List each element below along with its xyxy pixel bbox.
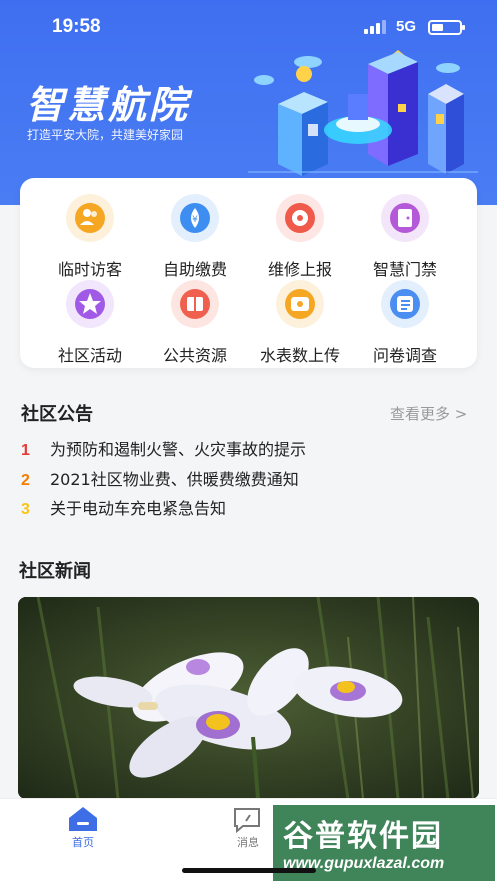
announcement-rank: 3 — [21, 501, 30, 518]
menu-label: 维修上报 — [267, 260, 332, 279]
menu-label: 问卷调查 — [372, 346, 437, 365]
announcement-text: 为预防和遏制火警、火灾事故的提示 — [50, 440, 307, 459]
activity-star-icon — [75, 289, 105, 319]
menu-icon-bg — [66, 280, 114, 328]
menu-label: 公共资源 — [162, 346, 227, 365]
menu-icon-bg — [171, 280, 219, 328]
menu-item[interactable]: 智慧门禁 — [348, 194, 462, 279]
home-indicator — [182, 868, 316, 873]
tab-home[interactable]: 首页 — [43, 805, 123, 849]
menu-item[interactable]: 社区活动 — [33, 280, 147, 365]
news-image[interactable] — [18, 597, 479, 799]
resources-icon — [180, 289, 210, 319]
news-title: 社区新闻 — [19, 561, 91, 582]
message-icon — [234, 808, 260, 833]
announcement-text: 关于电动车充电紧急告知 — [50, 499, 227, 518]
smart-city-illustration-icon — [248, 50, 478, 176]
menu-item[interactable]: ¥ 自助缴费 — [138, 194, 252, 279]
visitor-icon — [75, 203, 105, 233]
battery-icon — [428, 20, 465, 35]
announcement-title: 社区公告 — [21, 404, 93, 425]
svg-text:¥: ¥ — [192, 215, 198, 225]
menu-item[interactable]: 水表数上传 — [243, 280, 357, 365]
menu-label: 智慧门禁 — [372, 260, 437, 279]
announcement-item[interactable]: 2 2021社区物业费、供暖费缴费通知 — [21, 466, 299, 490]
menu-icon-bg — [276, 280, 324, 328]
announcement-item[interactable]: 1 为预防和遏制火警、火灾事故的提示 — [21, 436, 306, 460]
menu-label: 临时访客 — [57, 260, 122, 279]
payment-icon: ¥ — [180, 203, 210, 233]
status-time: 19:58 — [52, 16, 101, 37]
menu-item[interactable]: 维修上报 — [243, 194, 357, 279]
view-more-link[interactable]: 查看更多 > — [390, 403, 467, 424]
announcement-text: 2021社区物业费、供暖费缴费通知 — [50, 470, 299, 489]
announcement-rank: 1 — [21, 442, 30, 459]
signal-icon — [364, 20, 386, 34]
menu-label: 社区活动 — [57, 346, 122, 365]
app-title: 智慧航院 — [26, 83, 191, 127]
menu-item[interactable]: 临时访客 — [33, 194, 147, 279]
menu-icon-bg — [381, 194, 429, 242]
menu-label: 自助缴费 — [162, 260, 227, 279]
repair-icon — [285, 203, 315, 233]
survey-list-icon — [390, 289, 420, 319]
menu-label: 水表数上传 — [259, 346, 340, 365]
tab-home-label: 首页 — [72, 836, 94, 849]
announcement-rank: 2 — [21, 472, 30, 489]
menu-icon-bg — [381, 280, 429, 328]
access-control-icon — [390, 203, 420, 233]
menu-icon-bg: ¥ — [171, 194, 219, 242]
app-slogan: 打造平安大院，共建美好家园 — [27, 128, 184, 142]
function-menu: 临时访客 ¥ 自助缴费 维修上报 智慧门禁社区活动 公共资源 水表数上传 问卷调查 — [20, 178, 477, 368]
iris-flower-photo — [18, 597, 479, 799]
home-icon — [69, 807, 97, 831]
water-meter-icon — [285, 289, 315, 319]
menu-icon-bg — [276, 194, 324, 242]
header-banner: 19:58 5G 智慧航院 打造平安大院，共建美好家园 — [0, 0, 497, 205]
menu-item[interactable]: 公共资源 — [138, 280, 252, 365]
announcement-item[interactable]: 3 关于电动车充电紧急告知 — [21, 495, 226, 519]
watermark-brand: 谷普软件园 — [283, 819, 443, 854]
menu-item[interactable]: 问卷调查 — [348, 280, 462, 365]
network-type: 5G — [396, 18, 417, 35]
menu-icon-bg — [66, 194, 114, 242]
